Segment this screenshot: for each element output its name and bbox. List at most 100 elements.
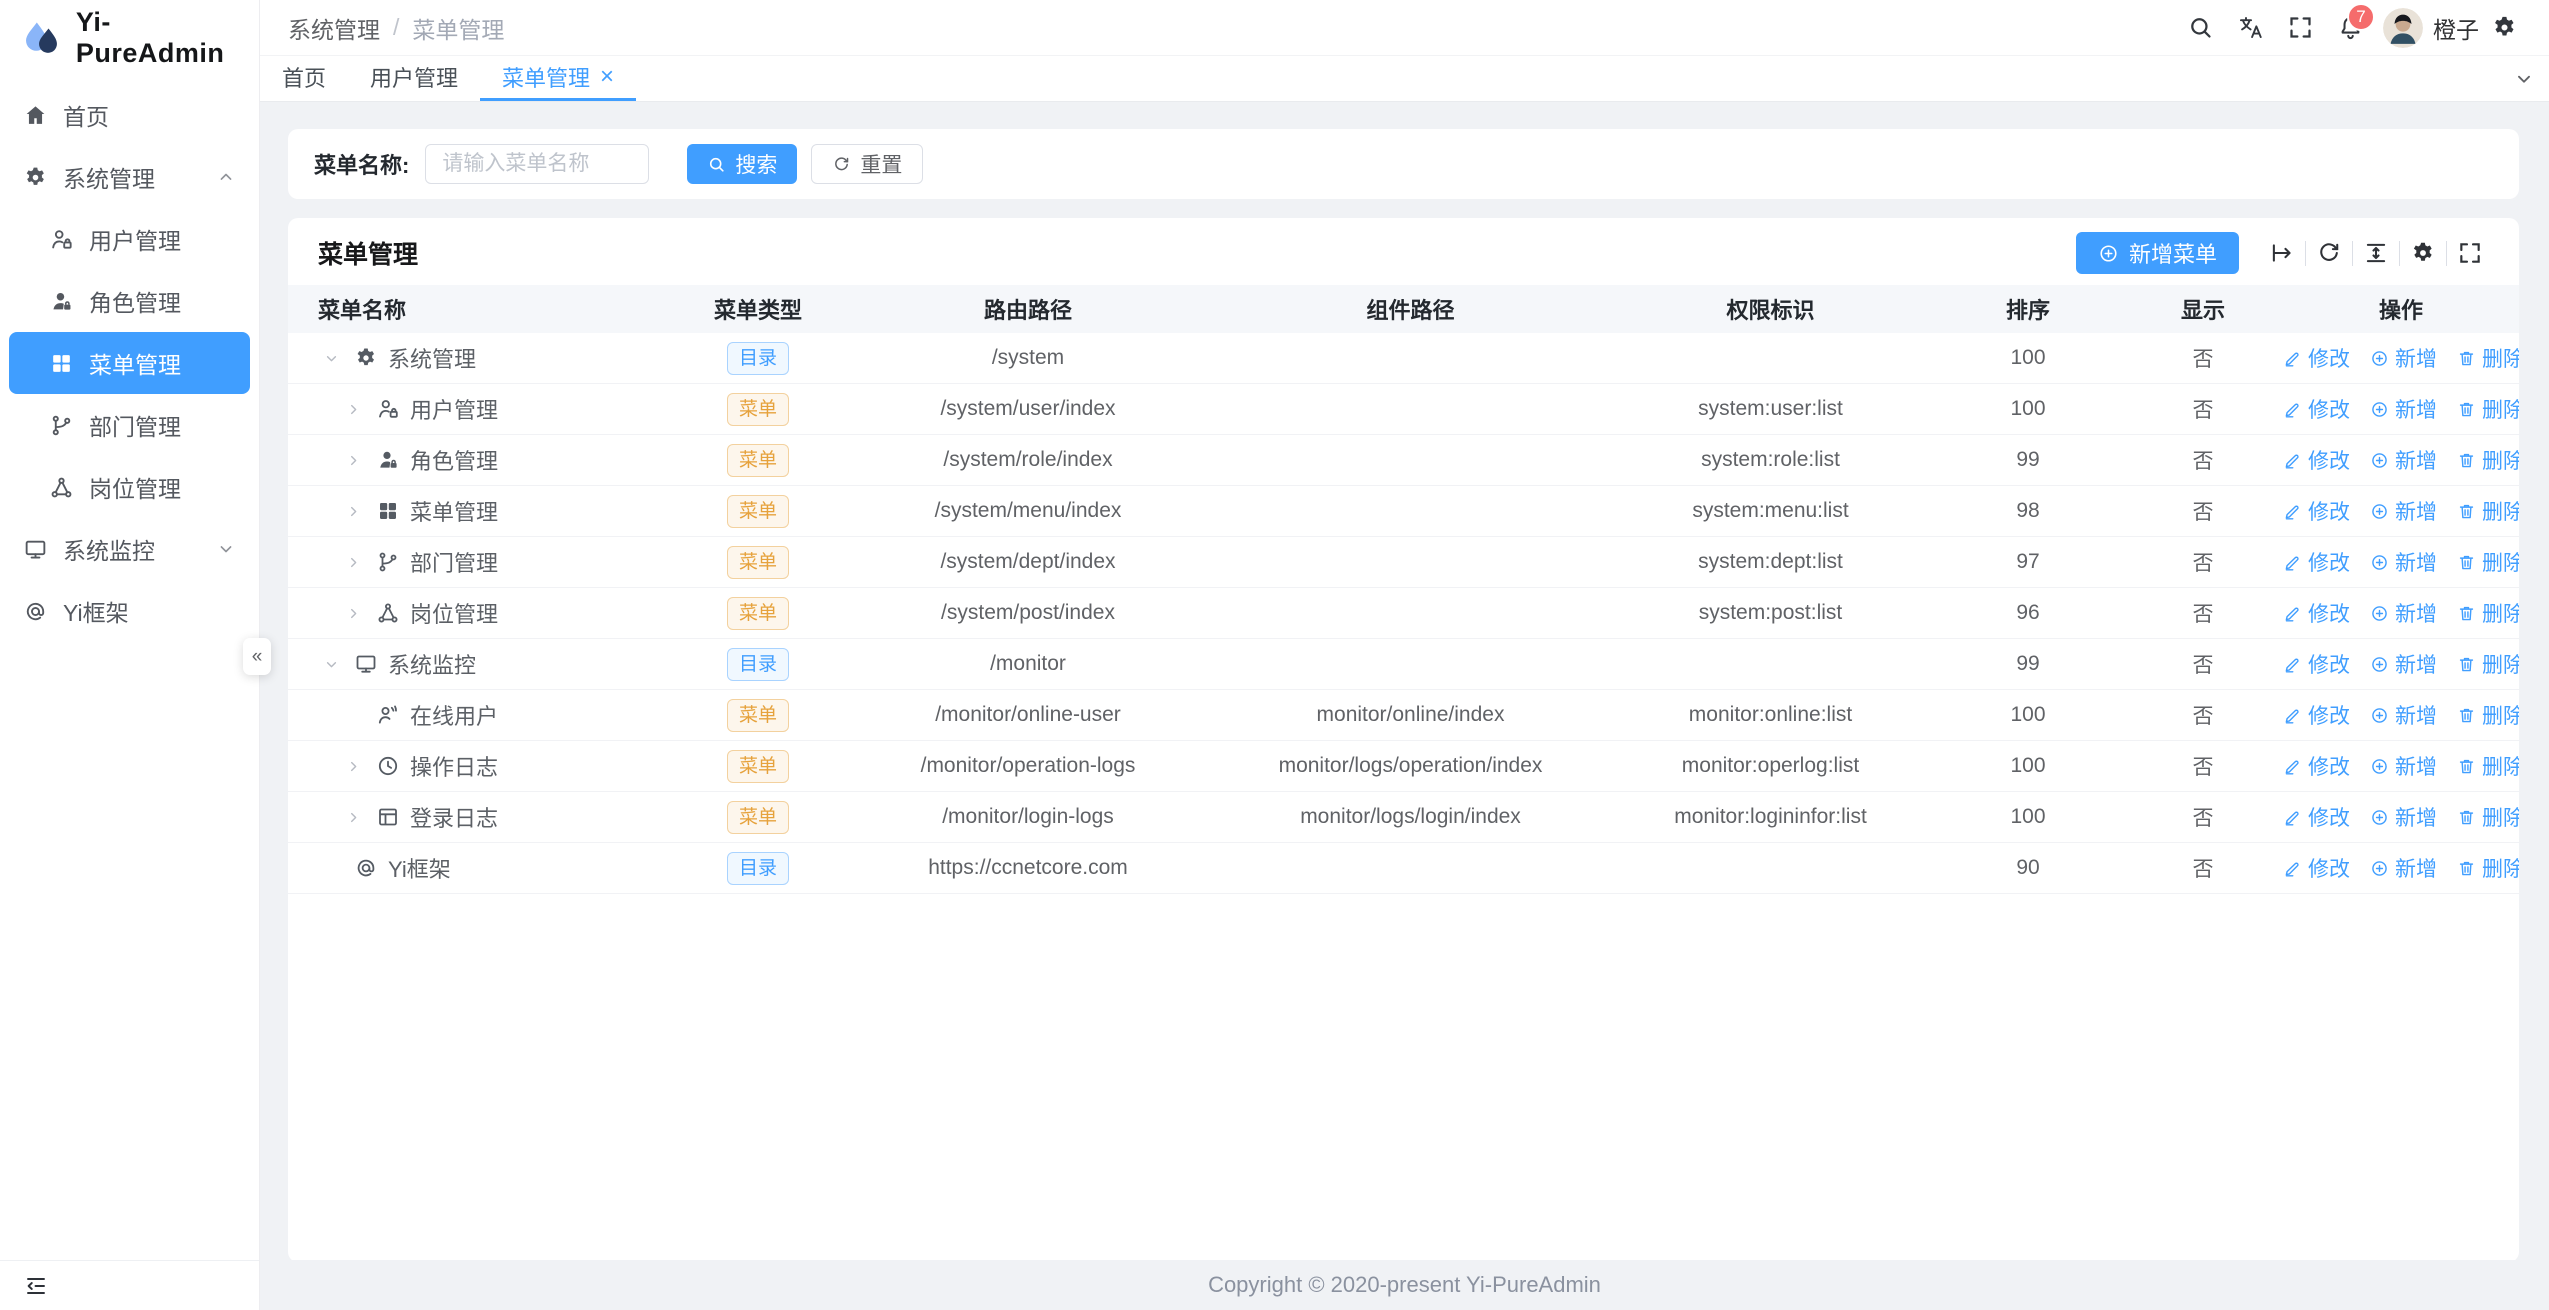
sidebar-collapse-handle[interactable]: « — [243, 638, 271, 675]
role-icon — [376, 448, 400, 472]
delete-link[interactable]: 删除 — [2457, 802, 2519, 832]
table-fullscreen-button[interactable] — [2447, 233, 2493, 273]
add-link[interactable]: 新增 — [2370, 598, 2437, 628]
edit-link[interactable]: 修改 — [2283, 547, 2350, 577]
sidebar-item-home[interactable]: 首页 — [9, 84, 250, 146]
sidebar-item-menu[interactable]: 菜单管理 — [9, 332, 250, 394]
add-link[interactable]: 新增 — [2370, 343, 2437, 373]
type-tag: 菜单 — [727, 597, 789, 630]
actions-cell: 修改新增删除 — [2283, 445, 2519, 475]
sidebar-item-user[interactable]: 用户管理 — [9, 208, 250, 270]
reset-button[interactable]: 重置 — [811, 144, 923, 184]
component-path-cell: monitor/logs/login/index — [1213, 805, 1608, 829]
settings-gear-button[interactable] — [2479, 0, 2529, 55]
component-path-cell: monitor/logs/operation/index — [1213, 754, 1608, 778]
edit-link[interactable]: 修改 — [2283, 598, 2350, 628]
translate-button[interactable] — [2225, 0, 2275, 55]
delete-link[interactable]: 删除 — [2457, 853, 2519, 883]
caret-right-icon[interactable] — [340, 605, 366, 622]
density-button[interactable] — [2353, 233, 2399, 273]
refresh-button[interactable] — [2306, 233, 2352, 273]
bell-button[interactable]: 7 — [2325, 0, 2375, 55]
delete-link[interactable]: 删除 — [2457, 343, 2519, 373]
app-title: Yi-PureAdmin — [76, 7, 259, 69]
search-button[interactable]: 搜索 — [687, 144, 797, 184]
add-menu-button[interactable]: 新增菜单 — [2076, 232, 2239, 274]
breadcrumb-parent[interactable]: 系统管理 — [288, 11, 380, 45]
tab-首页[interactable]: 首页 — [260, 56, 348, 101]
edit-link[interactable]: 修改 — [2283, 343, 2350, 373]
table-row: 在线用户菜单/monitor/online-usermonitor/online… — [288, 690, 2519, 741]
caret-right-icon[interactable] — [340, 452, 366, 469]
menu-type-cell: 目录 — [673, 648, 843, 681]
caret-right-icon[interactable] — [340, 758, 366, 775]
sidebar-item-role[interactable]: 角色管理 — [9, 270, 250, 332]
caret-right-icon[interactable] — [340, 401, 366, 418]
delete-link[interactable]: 删除 — [2457, 649, 2519, 679]
permission-cell: system:role:list — [1608, 448, 1933, 472]
sidebar-item-label: 首页 — [63, 98, 109, 132]
table-row: 系统管理目录/system100否修改新增删除 — [288, 333, 2519, 384]
delete-link[interactable]: 删除 — [2457, 547, 2519, 577]
add-link[interactable]: 新增 — [2370, 700, 2437, 730]
add-link[interactable]: 新增 — [2370, 802, 2437, 832]
sidebar-item-system[interactable]: 系统管理 — [9, 146, 250, 208]
add-link[interactable]: 新增 — [2370, 394, 2437, 424]
add-link[interactable]: 新增 — [2370, 496, 2437, 526]
caret-right-icon[interactable] — [340, 503, 366, 520]
caret-right-icon[interactable] — [340, 554, 366, 571]
add-link[interactable]: 新增 — [2370, 649, 2437, 679]
edit-link[interactable]: 修改 — [2283, 649, 2350, 679]
edit-link[interactable]: 修改 — [2283, 700, 2350, 730]
edit-link[interactable]: 修改 — [2283, 394, 2350, 424]
add-link[interactable]: 新增 — [2370, 751, 2437, 781]
sidebar-item-yi[interactable]: Yi框架 — [9, 580, 250, 642]
visible-cell: 否 — [2123, 394, 2283, 424]
menu-name: 系统监控 — [388, 648, 476, 680]
search-button[interactable] — [2175, 0, 2225, 55]
sidebar-item-monitor[interactable]: 系统监控 — [9, 518, 250, 580]
sort-cell: 100 — [1933, 805, 2123, 829]
edit-link[interactable]: 修改 — [2283, 853, 2350, 883]
avatar[interactable] — [2383, 8, 2423, 48]
column-header: 菜单名称 — [288, 293, 673, 325]
tab-close-icon[interactable]: × — [600, 65, 614, 89]
edit-link[interactable]: 修改 — [2283, 751, 2350, 781]
sidebar-item-dept[interactable]: 部门管理 — [9, 394, 250, 456]
app-logo[interactable]: Yi-PureAdmin — [0, 0, 259, 76]
sidebar-menu: 首页系统管理用户管理角色管理菜单管理部门管理岗位管理系统监控Yi框架 — [0, 76, 259, 1260]
edit-link[interactable]: 修改 — [2283, 445, 2350, 475]
username[interactable]: 橙子 — [2433, 11, 2479, 45]
column-settings-button[interactable] — [2400, 233, 2446, 273]
edit-link[interactable]: 修改 — [2283, 802, 2350, 832]
menu-type-cell: 菜单 — [673, 393, 843, 426]
sidebar-item-post[interactable]: 岗位管理 — [9, 456, 250, 518]
permission-cell: monitor:operlog:list — [1608, 754, 1933, 778]
delete-link[interactable]: 删除 — [2457, 700, 2519, 730]
delete-link[interactable]: 删除 — [2457, 394, 2519, 424]
tab-用户管理[interactable]: 用户管理 — [348, 56, 480, 101]
delete-link[interactable]: 删除 — [2457, 496, 2519, 526]
action-label: 新增 — [2395, 496, 2437, 526]
table-header-row: 菜单名称菜单类型路由路径组件路径权限标识排序显示操作 — [288, 285, 2519, 333]
menu-name-input[interactable] — [425, 144, 649, 184]
delete-link[interactable]: 删除 — [2457, 751, 2519, 781]
expand-all-button[interactable] — [2259, 233, 2305, 273]
action-label: 新增 — [2395, 700, 2437, 730]
caret-right-icon[interactable] — [340, 809, 366, 826]
visible-cell: 否 — [2123, 853, 2283, 883]
add-link[interactable]: 新增 — [2370, 853, 2437, 883]
menu-fold-icon[interactable] — [24, 1274, 48, 1298]
delete-link[interactable]: 删除 — [2457, 598, 2519, 628]
add-link[interactable]: 新增 — [2370, 547, 2437, 577]
caret-down-icon[interactable] — [318, 656, 344, 673]
tabs-dropdown-button[interactable] — [2499, 56, 2549, 101]
tab-菜单管理[interactable]: 菜单管理× — [480, 56, 636, 101]
edit-link[interactable]: 修改 — [2283, 496, 2350, 526]
sort-cell: 98 — [1933, 499, 2123, 523]
delete-link[interactable]: 删除 — [2457, 445, 2519, 475]
caret-down-icon[interactable] — [318, 350, 344, 367]
add-link[interactable]: 新增 — [2370, 445, 2437, 475]
screenfull-button[interactable] — [2275, 0, 2325, 55]
pluscircle-icon — [2370, 859, 2389, 878]
